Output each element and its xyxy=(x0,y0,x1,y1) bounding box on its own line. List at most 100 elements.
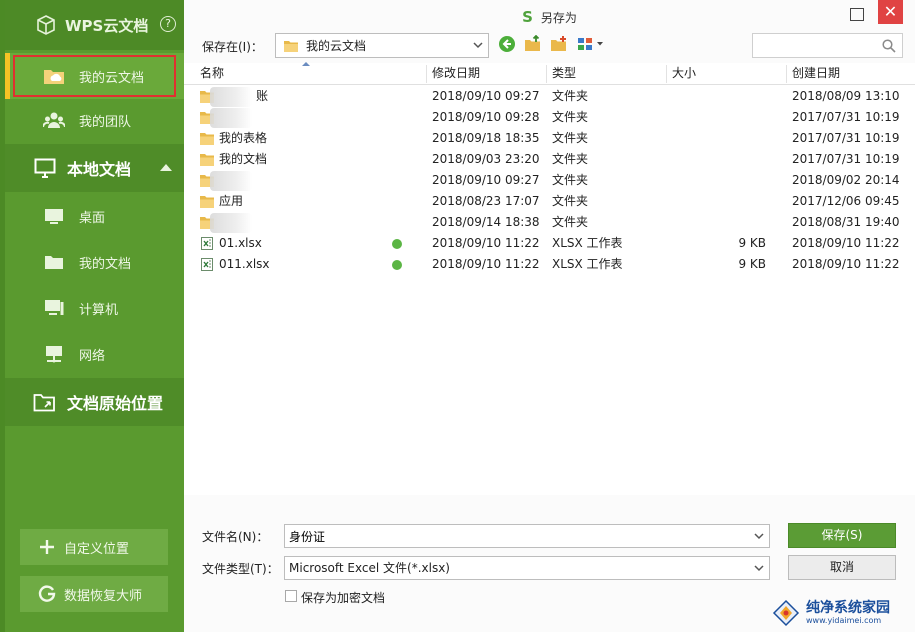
save-in-dropdown[interactable]: 我的云文档 xyxy=(275,33,489,58)
file-row[interactable]: 应用 2018/08/23 17:07 文件夹 2017/12/06 09:45 xyxy=(184,191,915,212)
folder-icon xyxy=(200,195,214,208)
column-header-created[interactable]: 创建日期 xyxy=(788,63,840,85)
file-name: 011.xlsx xyxy=(219,257,270,271)
file-row[interactable]: 2018/09/10 09:28 文件夹 2017/07/31 10:19 xyxy=(184,107,915,128)
title-bar: S 另存为 xyxy=(184,0,915,34)
file-size: 9 KB xyxy=(738,257,766,271)
view-menu-icon[interactable] xyxy=(576,34,606,54)
chevron-down-icon[interactable] xyxy=(754,531,764,541)
cancel-button[interactable]: 取消 xyxy=(788,555,896,580)
column-divider[interactable] xyxy=(786,65,787,83)
encrypt-label: 保存为加密文档 xyxy=(301,591,386,605)
folder-icon xyxy=(200,153,214,166)
file-type: XLSX 工作表 xyxy=(552,236,623,250)
redacted-name-mask xyxy=(210,87,252,107)
file-size: 9 KB xyxy=(738,236,766,250)
modified-date: 2018/09/10 11:22 xyxy=(432,257,540,271)
file-list[interactable]: 名称 修改日期 类型 大小 创建日期 账 2018/09/10 09:27 文件夹 2… xyxy=(184,62,915,495)
file-size xyxy=(670,170,766,191)
column-divider[interactable] xyxy=(426,65,427,83)
column-divider[interactable] xyxy=(666,65,667,83)
filetype-value: Microsoft Excel 文件(*.xlsx) xyxy=(289,561,450,575)
close-icon[interactable]: ✕ xyxy=(878,0,903,24)
created-date: 2018/09/10 11:22 xyxy=(792,257,900,271)
file-name: 01.xlsx xyxy=(219,236,262,250)
modified-date: 2018/09/10 09:28 xyxy=(432,110,540,124)
sidebar-item-computer[interactable]: 计算机 xyxy=(5,285,184,331)
search-icon[interactable] xyxy=(882,39,896,53)
back-icon[interactable] xyxy=(497,34,517,54)
column-divider[interactable] xyxy=(546,65,547,83)
section-local-docs[interactable]: 本地文档 xyxy=(5,144,184,192)
section-title: 本地文档 xyxy=(67,160,132,179)
sidebar-item-network[interactable]: 网络 xyxy=(5,331,184,377)
watermark-url: www.yidaimei.com xyxy=(806,616,882,625)
custom-location-button[interactable]: 自定义位置 xyxy=(20,529,168,565)
search-field[interactable] xyxy=(752,33,903,58)
created-date: 2018/08/31 19:40 xyxy=(792,215,900,229)
watermark-text: 纯净系统家园 xyxy=(806,600,890,616)
filename-combo[interactable] xyxy=(284,524,770,548)
column-header-name[interactable]: 名称 xyxy=(196,63,224,85)
file-size xyxy=(670,191,766,212)
save-button[interactable]: 保存(S) xyxy=(788,523,896,548)
new-folder-icon[interactable] xyxy=(549,34,569,54)
file-type: 文件夹 xyxy=(552,194,589,208)
file-name: 应用 xyxy=(219,194,244,208)
sidebar: WPS云文档 ? 我的云文档 我的团队 本地文档 桌面 我的文档 计算机 网络 … xyxy=(0,0,184,632)
filename-label: 文件名(N)： xyxy=(202,530,269,544)
data-recovery-button[interactable]: 数据恢复大师 xyxy=(20,576,168,612)
help-icon[interactable]: ? xyxy=(160,16,176,32)
file-row[interactable]: 2018/09/14 18:38 文件夹 2018/08/31 19:40 xyxy=(184,212,915,233)
file-row[interactable]: 011.xlsx 2018/09/10 11:22 XLSX 工作表 2018/09/… xyxy=(184,254,915,275)
file-row[interactable]: 2018/09/10 09:27 文件夹 2018/09/02 20:14 xyxy=(184,170,915,191)
filetype-label: 文件类型(T)： xyxy=(202,562,279,576)
file-name: 我的表格 xyxy=(219,131,268,145)
file-size xyxy=(670,86,766,107)
sidebar-item-my-team[interactable]: 我的团队 xyxy=(5,97,184,143)
column-header-size[interactable]: 大小 xyxy=(668,63,696,85)
column-header-type[interactable]: 类型 xyxy=(548,63,576,85)
file-type: XLSX 工作表 xyxy=(552,257,623,271)
file-row[interactable]: 我的文档 2018/09/03 23:20 文件夹 2017/07/31 10:19 xyxy=(184,149,915,170)
dialog-title: 另存为 xyxy=(540,10,577,25)
maximize-icon[interactable] xyxy=(850,8,864,21)
file-list-header: 名称 修改日期 类型 大小 创建日期 xyxy=(184,62,915,85)
file-size xyxy=(670,107,766,128)
created-date: 2017/07/31 10:19 xyxy=(792,110,900,124)
filename-input[interactable] xyxy=(289,525,749,547)
save-as-dialog: S 另存为 ✕ 保存在(I)： 我的云文档 名称 修改日期 类型 大小 创建日期… xyxy=(184,0,915,632)
brand-title: WPS云文档 xyxy=(65,16,149,35)
file-name: 账 xyxy=(256,89,269,103)
search-input[interactable] xyxy=(757,34,881,56)
save-in-value: 我的云文档 xyxy=(306,39,367,53)
created-date: 2018/09/10 11:22 xyxy=(792,236,900,250)
up-folder-icon[interactable] xyxy=(523,34,543,54)
sidebar-item-my-cloud-docs[interactable]: 我的云文档 xyxy=(5,53,184,99)
custom-location-label: 自定义位置 xyxy=(64,541,130,557)
plus-icon xyxy=(38,538,56,556)
file-row[interactable]: 账 2018/09/10 09:27 文件夹 2018/08/09 13:10 xyxy=(184,86,915,107)
file-row[interactable]: 我的表格 2018/09/18 18:35 文件夹 2017/07/31 10:19 xyxy=(184,128,915,149)
sidebar-item-desktop[interactable]: 桌面 xyxy=(5,193,184,239)
network-icon xyxy=(43,344,65,364)
file-type: 文件夹 xyxy=(552,173,589,187)
column-header-modified[interactable]: 修改日期 xyxy=(428,63,480,85)
created-date: 2018/08/09 13:10 xyxy=(792,89,900,103)
file-type: 文件夹 xyxy=(552,89,589,103)
file-type: 文件夹 xyxy=(552,152,589,166)
collapse-arrow-icon[interactable] xyxy=(160,164,172,171)
cloud-folder-icon xyxy=(43,66,65,86)
sidebar-item-label: 网络 xyxy=(79,348,106,364)
modified-date: 2018/09/10 11:22 xyxy=(432,236,540,250)
filetype-select[interactable]: Microsoft Excel 文件(*.xlsx) xyxy=(284,556,770,580)
file-row[interactable]: 01.xlsx 2018/09/10 11:22 XLSX 工作表 2018/09/1… xyxy=(184,233,915,254)
sidebar-item-my-documents[interactable]: 我的文档 xyxy=(5,239,184,285)
encrypt-checkbox[interactable] xyxy=(285,590,297,602)
redacted-name-mask xyxy=(210,171,252,191)
created-date: 2017/07/31 10:19 xyxy=(792,152,900,166)
modified-date: 2018/09/14 18:38 xyxy=(432,215,540,229)
created-date: 2017/07/31 10:19 xyxy=(792,131,900,145)
section-original-location[interactable]: 文档原始位置 xyxy=(5,378,184,426)
modified-date: 2018/09/10 09:27 xyxy=(432,173,540,187)
